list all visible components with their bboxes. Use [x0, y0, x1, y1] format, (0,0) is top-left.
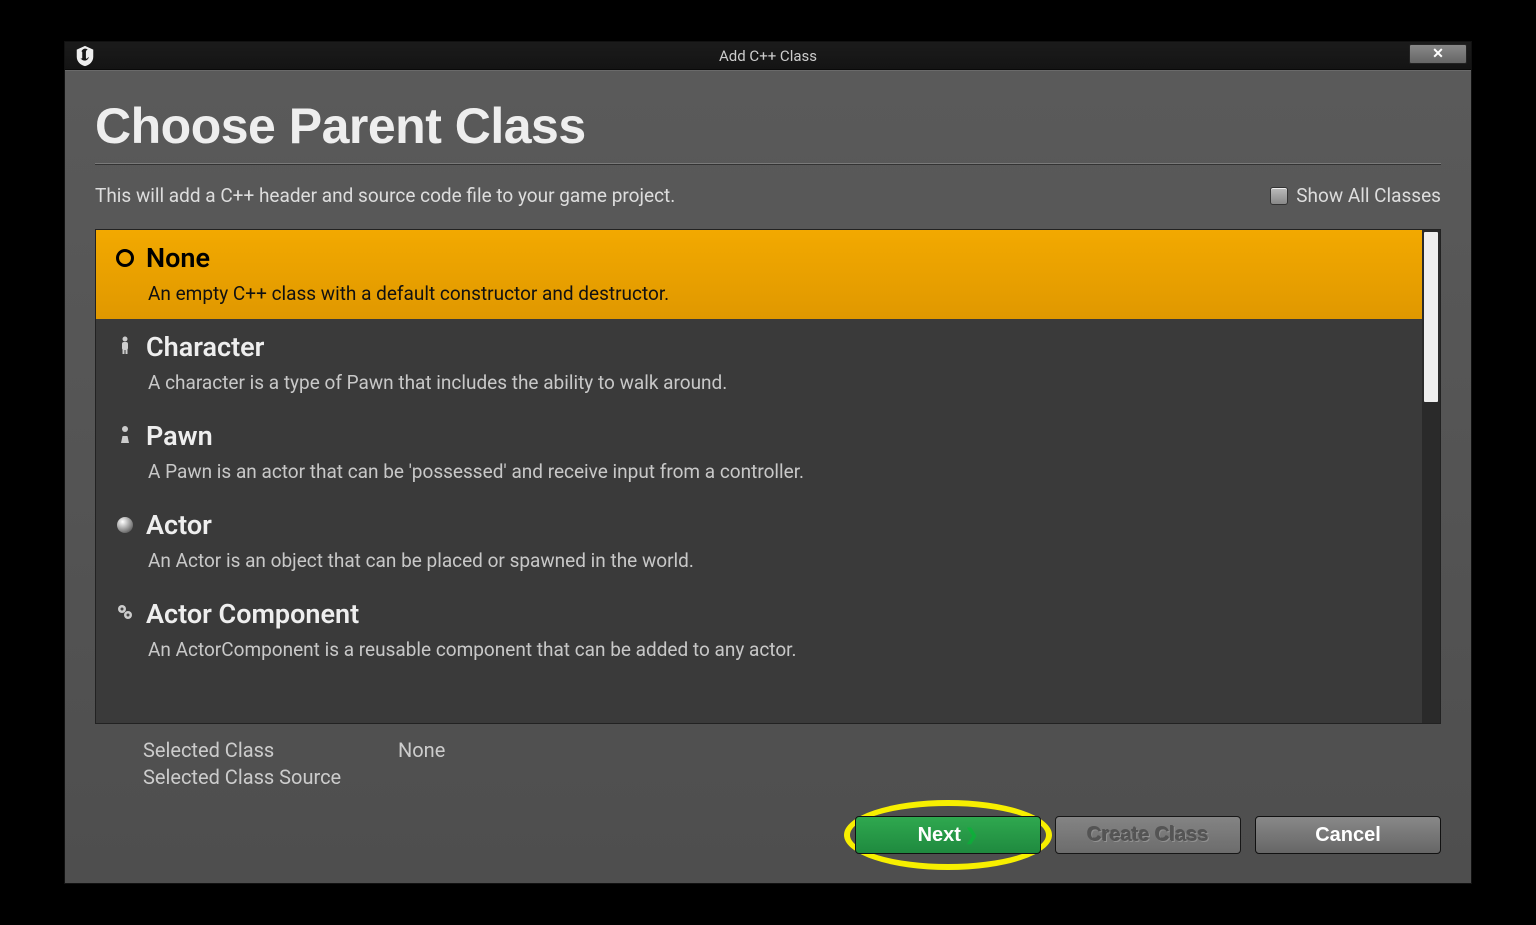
- class-item-desc: A character is a type of Pawn that inclu…: [148, 371, 1402, 394]
- next-button[interactable]: Next ❯: [855, 816, 1041, 854]
- create-class-button: Create Class: [1055, 816, 1241, 854]
- class-item-title: Pawn: [146, 420, 213, 452]
- footer-buttons: Next ❯ Create Class Cancel: [95, 805, 1441, 865]
- radio-none-icon: [116, 249, 134, 267]
- class-item-title: Actor Component: [146, 598, 359, 630]
- titlebar: Add C++ Class ✕: [65, 42, 1471, 70]
- page-heading: Choose Parent Class: [95, 97, 1441, 155]
- character-icon: [118, 336, 132, 358]
- class-list-container: None An empty C++ class with a default co…: [95, 229, 1441, 724]
- sphere-icon: [117, 517, 133, 533]
- cancel-label: Cancel: [1315, 824, 1381, 847]
- page-subtitle: This will add a C++ header and source co…: [95, 184, 675, 207]
- add-cpp-class-dialog: Add C++ Class ✕ Choose Parent Class This…: [64, 41, 1472, 884]
- close-icon: ✕: [1432, 46, 1444, 62]
- class-item-pawn[interactable]: Pawn A Pawn is an actor that can be 'poss…: [96, 408, 1422, 497]
- class-item-desc: An Actor is an object that can be placed…: [148, 549, 1402, 572]
- close-button[interactable]: ✕: [1409, 44, 1467, 64]
- create-label: Create Class: [1087, 824, 1208, 847]
- pawn-icon: [118, 425, 132, 447]
- divider: [95, 163, 1441, 164]
- window-title: Add C++ Class: [65, 47, 1471, 65]
- show-all-label: Show All Classes: [1296, 184, 1441, 207]
- scrollbar-thumb[interactable]: [1424, 232, 1438, 402]
- selected-class-label: Selected Class: [143, 738, 398, 762]
- class-item-desc: A Pawn is an actor that can be 'possesse…: [148, 460, 1402, 483]
- selected-source-value: [398, 765, 1441, 789]
- status-block: Selected Class None Selected Class Sourc…: [95, 738, 1441, 789]
- class-item-title: Character: [146, 331, 264, 363]
- gears-icon: [116, 603, 134, 625]
- class-item-title: None: [146, 242, 210, 274]
- chevron-right-icon: ❯: [965, 825, 978, 845]
- class-item-actor-component[interactable]: Actor Component An ActorComponent is a re…: [96, 586, 1422, 675]
- selected-class-value: None: [398, 738, 1441, 762]
- selected-source-label: Selected Class Source: [143, 765, 398, 789]
- scrollbar[interactable]: [1422, 230, 1440, 723]
- class-item-title: Actor: [146, 509, 212, 541]
- class-item-none[interactable]: None An empty C++ class with a default co…: [96, 230, 1422, 319]
- class-item-desc: An ActorComponent is a reusable componen…: [148, 638, 1402, 661]
- checkbox-icon: [1270, 187, 1288, 205]
- show-all-classes-toggle[interactable]: Show All Classes: [1270, 184, 1441, 207]
- next-label: Next: [918, 824, 961, 847]
- class-item-actor[interactable]: Actor An Actor is an object that can be p…: [96, 497, 1422, 586]
- dialog-content: Choose Parent Class This will add a C++ …: [65, 70, 1471, 883]
- class-list[interactable]: None An empty C++ class with a default co…: [96, 230, 1422, 723]
- class-item-desc: An empty C++ class with a default constr…: [148, 282, 1402, 305]
- cancel-button[interactable]: Cancel: [1255, 816, 1441, 854]
- class-item-character[interactable]: Character A character is a type of Pawn t…: [96, 319, 1422, 408]
